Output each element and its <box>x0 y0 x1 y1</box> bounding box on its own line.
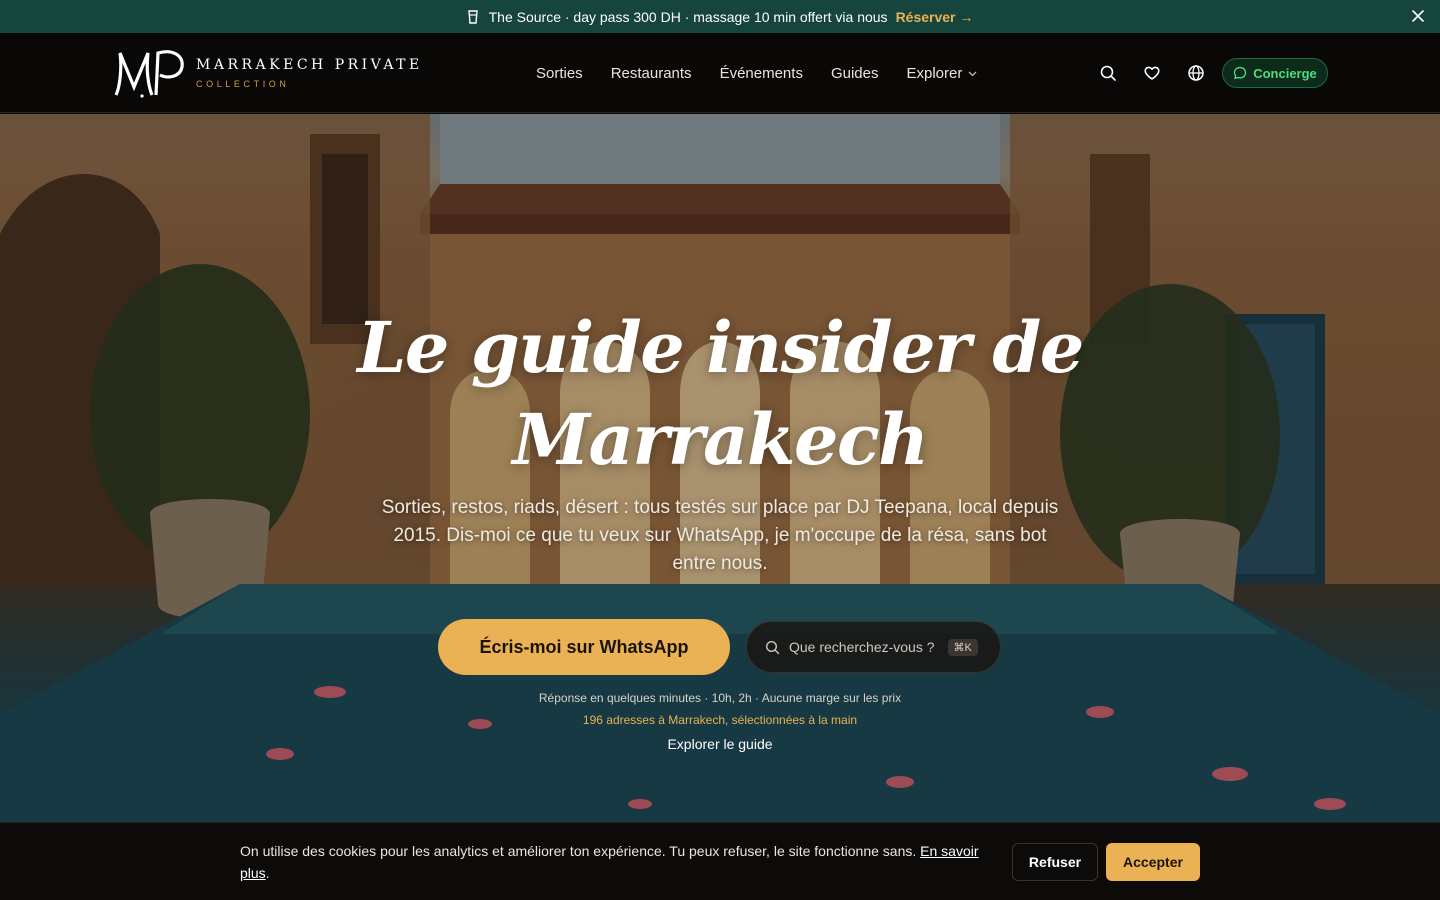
nav-item-guides[interactable]: Guides <box>831 65 879 82</box>
search-bar[interactable]: Que recherchez-vous ? ⌘K <box>746 621 1001 673</box>
cookie-text: On utilise des cookies pour les analytic… <box>240 840 1000 884</box>
hero-title: Le guide insider de Marrakech <box>0 302 1440 486</box>
promo-text: The Source · day pass 300 DH · massage 1… <box>488 8 888 25</box>
response-note: Réponse en quelques minutes · 10h, 2h · … <box>538 691 902 705</box>
logo-mark-icon <box>114 50 184 98</box>
search-placeholder: Que recherchez-vous ? <box>789 639 935 655</box>
cookie-banner: On utilise des cookies pour les analytic… <box>0 822 1440 900</box>
cookie-accept-button[interactable]: Accepter <box>1106 843 1200 881</box>
chat-icon <box>1234 66 1247 80</box>
cookie-message: On utilise des cookies pour les analytic… <box>240 843 917 859</box>
whatsapp-cta-button[interactable]: Écris-moi sur WhatsApp <box>438 619 730 675</box>
logo-title: MARRAKECH PRIVATE <box>196 57 423 73</box>
explore-guide-label[interactable]: Explorer le guide <box>667 736 772 752</box>
logo[interactable]: MARRAKECH PRIVATE COLLECTION <box>112 47 423 99</box>
heart-icon[interactable] <box>1143 64 1161 82</box>
site-header: MARRAKECH PRIVATE COLLECTION Sorties Res… <box>0 33 1440 113</box>
concierge-button[interactable]: Concierge <box>1222 58 1328 88</box>
close-icon[interactable] <box>1410 8 1426 24</box>
cup-icon <box>467 9 478 24</box>
nav-item-sorties[interactable]: Sorties <box>536 65 583 82</box>
main-nav: Sorties Restaurants Événements Guides Ex… <box>536 33 1005 113</box>
search-icon[interactable] <box>1099 64 1117 82</box>
nav-explorer-label: Explorer <box>906 64 963 82</box>
nav-item-explorer[interactable]: Explorer <box>906 65 977 82</box>
promo-bar: The Source · day pass 300 DH · massage 1… <box>0 0 1440 33</box>
promo-reserve-link[interactable]: Réserver → <box>896 9 974 25</box>
cookie-end-punct: . <box>265 865 270 881</box>
address-count: 196 adresses à Marrakech, sélectionnées … <box>582 713 858 727</box>
hero-title-line1: Le guide insider de <box>357 306 1084 389</box>
search-shortcut-badge: ⌘K <box>947 638 978 656</box>
hero-title-line2: Marrakech <box>512 398 929 481</box>
chevron-down-icon <box>968 71 977 76</box>
globe-icon[interactable] <box>1187 64 1205 82</box>
nav-item-restaurants[interactable]: Restaurants <box>611 65 692 82</box>
concierge-label: Concierge <box>1253 65 1317 81</box>
explore-guide-link[interactable]: Explorer le guide <box>0 736 1440 752</box>
nav-item-evenements[interactable]: Événements <box>720 65 803 82</box>
hero-subtitle: Sorties, restos, riads, désert : tous te… <box>381 497 1059 574</box>
search-icon <box>765 640 780 654</box>
hero-section: Le guide insider de Marrakech Sorties, r… <box>0 114 1440 822</box>
logo-subtitle: COLLECTION <box>196 79 290 89</box>
cookie-refuse-button[interactable]: Refuser <box>1012 843 1098 881</box>
